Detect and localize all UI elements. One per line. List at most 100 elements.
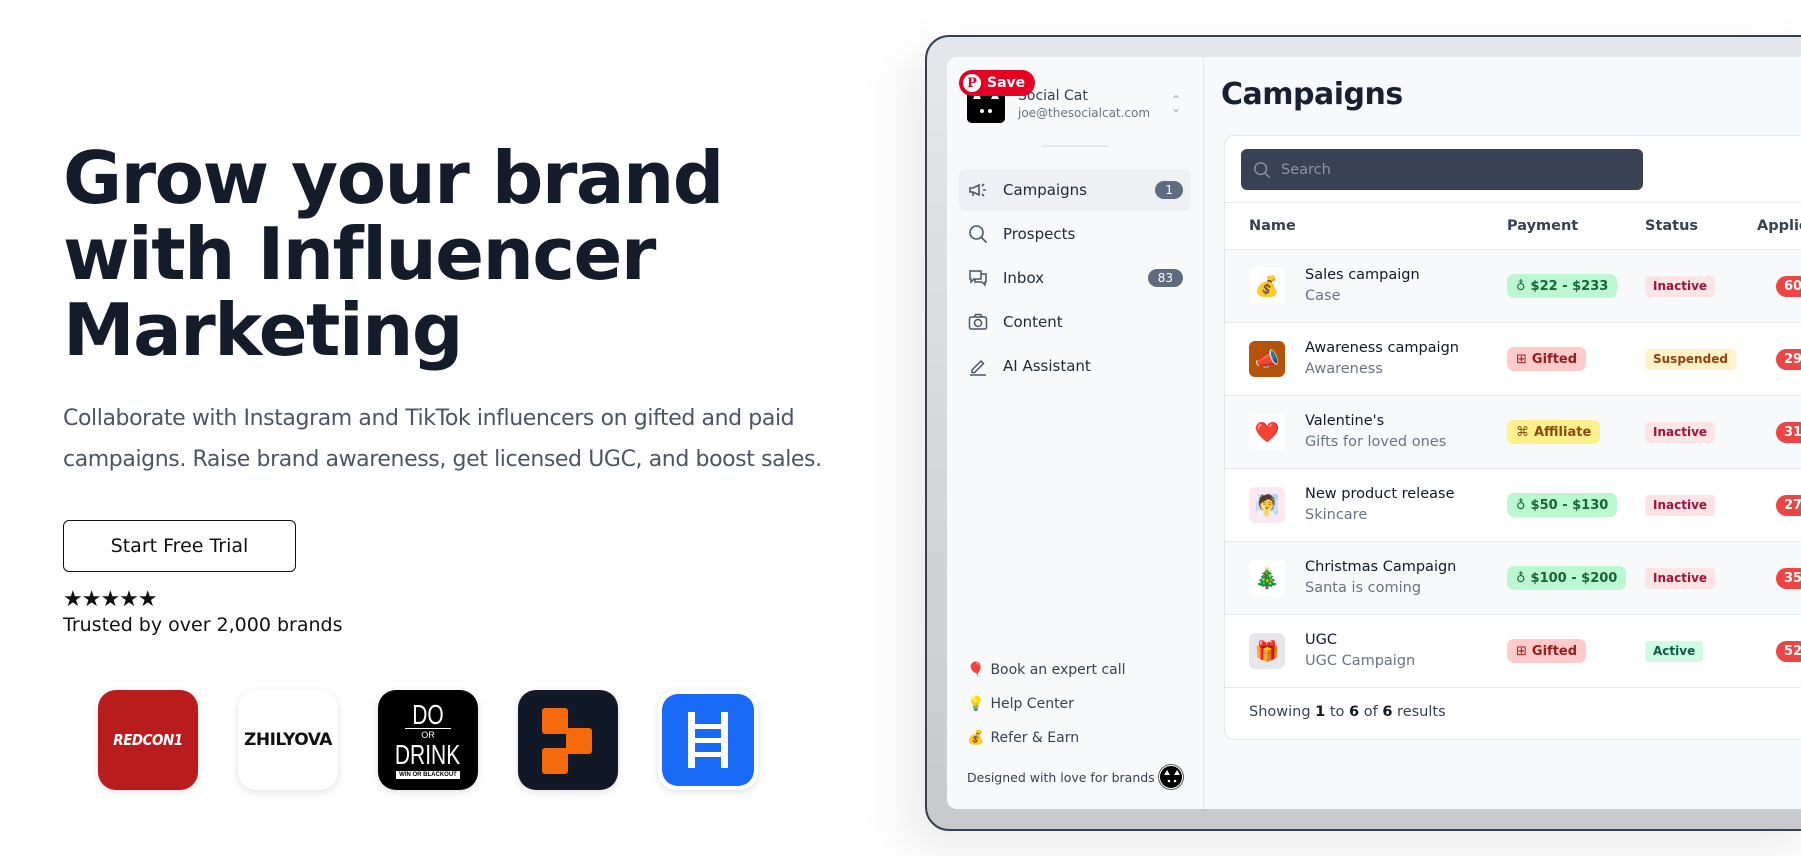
campaign-thumbnail-icon: 💰 — [1249, 268, 1285, 304]
sidebar-item-prospects[interactable]: Prospects — [959, 213, 1191, 255]
lightbulb-icon: 💡 — [967, 696, 985, 712]
table-row[interactable]: 📣 Awareness campaign Awareness ⊞ Gifted Suspe… — [1225, 323, 1801, 396]
campaign-name: Valentine's — [1305, 413, 1385, 429]
payment-badge: ♁ $100 - $200 — [1507, 566, 1627, 590]
app-screen: P Save Social Cat joe@thesocialcat.com ⌃ — [947, 57, 1801, 809]
sidebar-footer: Designed with love for brands — [967, 765, 1183, 789]
payment-label: $22 - $233 — [1530, 278, 1609, 294]
sidebar-item-content[interactable]: Content — [959, 301, 1191, 343]
camera-icon — [967, 311, 989, 333]
hero-title-line-3: Marketing — [63, 288, 463, 372]
status-badge: Suspended — [1645, 348, 1736, 370]
account-email: joe@thesocialcat.com — [1018, 106, 1151, 120]
search-input[interactable] — [1281, 161, 1611, 178]
applications-count-badge: 27 — [1776, 494, 1801, 516]
brand-logo-text: DO — [412, 698, 444, 730]
designed-with-love-text: Designed with love for brands — [967, 769, 1155, 785]
sidebar: P Save Social Cat joe@thesocialcat.com ⌃ — [947, 57, 1204, 809]
payment-badge: ⌘ Affiliate — [1507, 420, 1601, 444]
book-expert-call-link[interactable]: 🎈 Book an expert call — [967, 653, 1126, 687]
brand-logo-redcon1: REDCON1 — [98, 690, 198, 790]
campaign-subtitle: Skincare — [1305, 507, 1368, 523]
campaign-thumbnail-icon: 🎄 — [1249, 560, 1285, 596]
search-icon — [967, 223, 989, 245]
applications-count-badge: 60 — [1776, 275, 1801, 297]
campaign-subtitle: Gifts for loved ones — [1305, 434, 1447, 450]
campaign-subtitle: Santa is coming — [1305, 580, 1422, 596]
status-badge: Active — [1645, 640, 1704, 662]
brand-logo-replo — [518, 690, 618, 790]
applications-count-badge: 29 — [1776, 348, 1801, 370]
ladder-icon — [662, 694, 754, 786]
summary-text: to — [1329, 704, 1345, 720]
hero-title-line-2: with Influencer — [63, 212, 656, 296]
hero-subtitle: Collaborate with Instagram and TikTok in… — [63, 406, 822, 472]
campaign-name: Christmas Campaign — [1305, 559, 1457, 575]
hero-title-line-1: Grow your brand — [63, 136, 724, 220]
megaphone-icon — [967, 179, 989, 201]
search-box[interactable] — [1241, 149, 1643, 190]
applications-count-badge: 52 — [1776, 640, 1801, 662]
payment-badge: ♁ $50 - $130 — [1507, 493, 1618, 517]
brand-logo-text: ZHILYOVA — [244, 730, 332, 750]
pinterest-icon: P — [963, 74, 981, 92]
rating-stars-icon: ★★★★★ — [63, 587, 158, 612]
sidebar-item-inbox[interactable]: Inbox 83 — [959, 257, 1191, 299]
campaign-thumbnail-icon: 📣 — [1249, 341, 1285, 377]
account-name: Social Cat — [1018, 88, 1088, 104]
start-free-trial-button[interactable]: Start Free Trial — [63, 520, 296, 572]
logo-shape — [566, 728, 592, 754]
sidebar-item-campaigns[interactable]: Campaigns 1 — [959, 169, 1191, 211]
status-badge: Inactive — [1645, 275, 1716, 297]
help-center-link[interactable]: 💡 Help Center — [967, 687, 1126, 721]
campaign-name: Sales campaign — [1305, 267, 1420, 283]
column-header-payment[interactable]: Payment — [1507, 218, 1578, 234]
divider — [1042, 145, 1108, 147]
gift-icon: ⊞ — [1516, 351, 1527, 367]
pinterest-save-button[interactable]: P Save — [959, 70, 1036, 96]
table-row[interactable]: ❤️ Valentine's Gifts for loved ones ⌘ Affili… — [1225, 396, 1801, 469]
extra-label: Help Center — [990, 696, 1074, 712]
table-row[interactable]: 🎄 Christmas Campaign Santa is coming ♁ $100 … — [1225, 542, 1801, 615]
trusted-text: Trusted by over 2,000 brands — [63, 614, 343, 636]
campaign-name: Awareness campaign — [1305, 340, 1459, 356]
page-title: Campaigns — [1221, 77, 1403, 112]
summary-from: 1 — [1315, 704, 1326, 720]
logo-shape — [542, 708, 568, 734]
campaign-subtitle: Case — [1305, 288, 1341, 304]
table-body: 💰 Sales campaign Case ♁ $22 - $233 Inactive 60… — [1225, 250, 1801, 688]
column-header-status[interactable]: Status — [1645, 218, 1698, 234]
money-bag-icon: 💰 — [967, 730, 985, 746]
campaign-thumbnail-icon: ❤️ — [1249, 414, 1285, 450]
applications-count-badge: 31 — [1776, 421, 1801, 443]
sidebar-item-label: AI Assistant — [1003, 357, 1091, 375]
applications-count-badge: 35 — [1776, 567, 1801, 589]
campaign-subtitle: UGC Campaign — [1305, 653, 1416, 669]
table-header: Name Payment Status Applica — [1225, 202, 1801, 250]
money-bag-outline-icon: ♁ — [1516, 278, 1526, 294]
money-bag-outline-icon: ♁ — [1516, 570, 1526, 586]
refer-earn-link[interactable]: 💰 Refer & Earn — [967, 721, 1126, 755]
payment-label: Gifted — [1531, 643, 1578, 659]
gift-icon: ⊞ — [1516, 643, 1527, 659]
brand-logo-ladder — [658, 690, 758, 790]
sidebar-item-ai-assistant[interactable]: AI Assistant — [959, 345, 1191, 387]
brand-logos: REDCON1 ZHILYOVA DO OR DRINK WIN OR BLAC… — [98, 690, 758, 790]
table-row[interactable]: 💰 Sales campaign Case ♁ $22 - $233 Inactive 60 — [1225, 250, 1801, 323]
table-row[interactable]: 🧖 New product release Skincare ♁ $50 - $130 I… — [1225, 469, 1801, 542]
sidebar-item-label: Campaigns — [1003, 181, 1088, 199]
campaign-thumbnail-icon: 🎁 — [1249, 633, 1285, 669]
brand-logo-text: DRINK — [395, 738, 461, 770]
hero-title: Grow your brand with Influencer Marketin… — [63, 140, 853, 368]
chevron-up-down-icon[interactable]: ⌃ ⌄ — [1169, 94, 1183, 114]
cat-avatar-icon — [1159, 765, 1183, 789]
brand-logo-text: WIN OR BLACKOUT — [396, 770, 460, 779]
column-header-applications[interactable]: Applica — [1757, 218, 1801, 234]
campaign-thumbnail-icon: 🧖 — [1249, 487, 1285, 523]
hero-section: Grow your brand with Influencer Marketin… — [63, 140, 853, 480]
column-header-name[interactable]: Name — [1249, 218, 1296, 234]
table-row[interactable]: 🎁 UGC UGC Campaign ⊞ Gifted Active 52 — [1225, 615, 1801, 688]
summary-text: of — [1363, 704, 1378, 720]
logo-shape — [542, 748, 568, 774]
payment-badge: ⊞ Gifted — [1507, 639, 1587, 663]
